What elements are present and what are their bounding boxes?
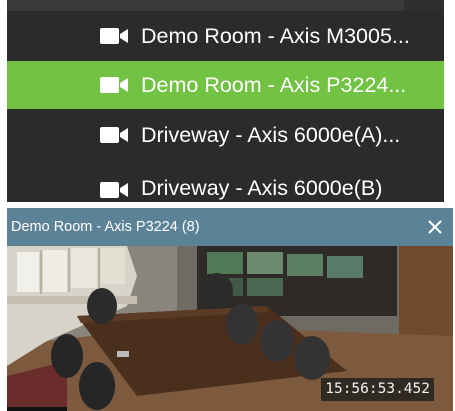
video-viewer-panel: Demo Room - Axis P3224 (8) 15:56:53.452 xyxy=(7,208,453,411)
video-timestamp: 15:56:53.452 xyxy=(321,378,434,401)
close-icon[interactable] xyxy=(423,215,447,239)
viewer-title: Demo Room - Axis P3224 (8) xyxy=(11,219,200,235)
list-top-edge xyxy=(7,0,444,11)
panel-bottom-edge xyxy=(7,407,67,411)
video-camera-icon xyxy=(100,127,128,143)
camera-item-driveway-b[interactable]: Driveway - Axis 6000e(B) xyxy=(7,162,444,202)
camera-item-label: Driveway - Axis 6000e(A)... xyxy=(141,123,401,147)
camera-item-label: Driveway - Axis 6000e(B) xyxy=(141,176,383,200)
viewer-header: Demo Room - Axis P3224 (8) xyxy=(7,208,453,246)
video-camera-icon xyxy=(100,28,128,44)
video-camera-icon xyxy=(100,77,128,93)
camera-item-label: Demo Room - Axis P3224... xyxy=(141,73,407,97)
camera-item-demo-room-m3005[interactable]: Demo Room - Axis M3005... xyxy=(7,12,444,60)
camera-list: Demo Room - Axis M3005... Demo Room - Ax… xyxy=(7,0,444,202)
video-camera-icon xyxy=(100,182,128,198)
camera-item-demo-room-p3224[interactable]: Demo Room - Axis P3224... xyxy=(7,61,444,109)
camera-item-driveway-a[interactable]: Driveway - Axis 6000e(A)... xyxy=(7,111,444,159)
camera-item-label: Demo Room - Axis M3005... xyxy=(141,24,410,48)
